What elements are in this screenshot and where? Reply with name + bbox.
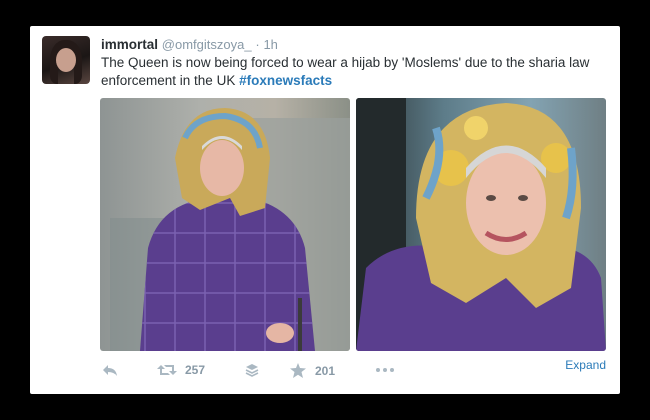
tweet-card[interactable]: immortal @omfgitszoya_ · 1h The Queen is… [30,26,620,394]
retweet-button[interactable]: 257 [157,363,205,377]
tweet-actions: 257 201 [100,363,606,383]
avatar[interactable] [42,36,90,84]
tweet-photo-1[interactable] [100,98,350,351]
separator: · [255,37,260,52]
display-name[interactable]: immortal [101,37,158,52]
retweet-count: 257 [185,363,206,377]
star-icon [290,363,306,378]
hashtag-link[interactable]: #foxnewsfacts [239,73,332,88]
tweet-text: The Queen is now being forced to wear a … [101,54,606,90]
user-handle[interactable]: @omfgitszoya_ [162,37,252,52]
photo-illustration [356,98,606,351]
buffer-button[interactable] [245,363,259,377]
favorite-count: 201 [315,363,336,378]
favorite-button[interactable]: 201 [290,363,335,378]
more-button[interactable] [375,367,395,373]
tweet-photo-2[interactable] [356,98,606,351]
photo-illustration [110,108,350,351]
reply-icon [103,365,117,376]
timestamp[interactable]: 1h [263,37,277,52]
ellipsis-icon [376,368,394,372]
tweet-header: immortal @omfgitszoya_ · 1h [101,37,278,52]
stack-icon [245,364,259,377]
tweet-body: The Queen is now being forced to wear a … [101,55,590,88]
reply-button[interactable] [102,363,118,377]
expand-link[interactable]: Expand [565,358,606,372]
retweet-icon [157,365,177,375]
